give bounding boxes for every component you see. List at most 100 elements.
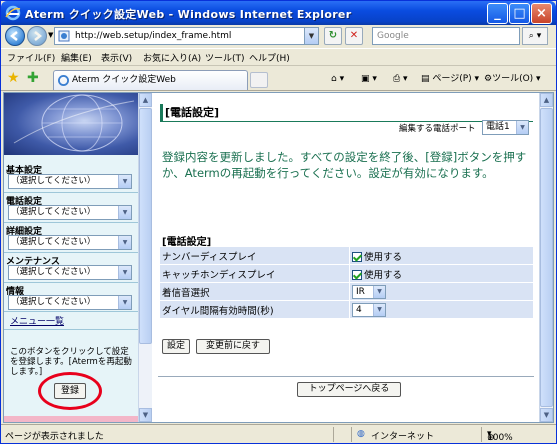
- chevron-down-icon: ▼: [516, 121, 528, 134]
- sidebar-scrollbar[interactable]: ▲ ▼: [138, 93, 152, 422]
- aterm-logo: [4, 93, 138, 155]
- page-title: [電話設定]: [160, 104, 533, 122]
- main-frame: [電話設定] 編集する電話ポート 電話1 ▼ 登録内容を更新しました。すべての設定…: [152, 93, 539, 422]
- detail-settings-select[interactable]: （選択してください） ▼: [8, 235, 132, 250]
- back-arrow-icon: [9, 31, 18, 41]
- phone-settings-select[interactable]: （選択してください） ▼: [8, 205, 132, 220]
- menu-favorites[interactable]: お気に入り(A): [143, 51, 201, 64]
- chevron-down-icon: ▼: [118, 296, 131, 309]
- row-label: ダイヤル間隔有効時間(秒): [160, 301, 350, 318]
- scroll-thumb[interactable]: [139, 108, 152, 344]
- tab-aterm[interactable]: Aterm クイック設定Web: [53, 70, 248, 90]
- address-input[interactable]: http://web.setup/index_frame.html ▼: [54, 27, 319, 45]
- tools-menu[interactable]: ⚙ツール(O) ▾: [484, 71, 541, 87]
- scroll-up-icon[interactable]: ▲: [540, 93, 553, 107]
- divider: [4, 192, 138, 193]
- menu-list-link[interactable]: メニュー一覧: [10, 314, 64, 327]
- scroll-up-icon[interactable]: ▲: [139, 93, 152, 107]
- zoom-control[interactable]: ⊕ 100% ▾: [487, 429, 513, 443]
- browser-window: Aterm クイック設定Web - Windows Internet Explo…: [0, 0, 557, 444]
- settings-table: ナンバーディスプレイ 使用する キャッチホンディスプレイ 使用する 着信音選択 …: [160, 246, 534, 319]
- new-tab-button[interactable]: [250, 72, 268, 88]
- forward-arrow-icon: [34, 31, 43, 41]
- zone-label: インターネット: [371, 432, 435, 442]
- row-label: ナンバーディスプレイ: [160, 247, 350, 264]
- checkbox-label: 使用する: [364, 251, 403, 263]
- menu-tools[interactable]: ツール(T): [205, 51, 245, 64]
- status-bar: ページが表示されました ◍ インターネット ⊕ 100% ▾: [1, 424, 556, 443]
- history-dropdown-icon[interactable]: ▼: [48, 31, 53, 39]
- chevron-down-icon: ▼: [373, 285, 385, 298]
- favorites-star-icon[interactable]: ★: [7, 70, 20, 86]
- table-row: キャッチホンディスプレイ 使用する: [160, 265, 534, 282]
- main-scrollbar[interactable]: ▲ ▼: [539, 93, 553, 422]
- divider: [158, 376, 534, 377]
- info-select[interactable]: （選択してください） ▼: [8, 295, 132, 310]
- divider: [4, 329, 138, 330]
- divider: [4, 311, 138, 312]
- add-favorite-icon[interactable]: ✚: [27, 70, 39, 86]
- maximize-button[interactable]: □: [509, 3, 530, 24]
- search-input[interactable]: Google: [372, 27, 520, 45]
- top-page-button[interactable]: トップページへ戻る: [297, 382, 401, 397]
- home-icon[interactable]: ⌂ ▾: [331, 71, 344, 87]
- row-value: IR ▼: [350, 283, 534, 300]
- page-menu[interactable]: ▤ ページ(P) ▾: [421, 71, 479, 87]
- catch-display-checkbox[interactable]: [352, 269, 362, 280]
- menu-edit[interactable]: 編集(E): [61, 51, 92, 64]
- forward-button[interactable]: [27, 26, 47, 46]
- search-button[interactable]: ⌕ ▾: [522, 27, 548, 45]
- maintenance-select[interactable]: （選択してください） ▼: [8, 265, 132, 280]
- row-value: 使用する: [350, 247, 534, 264]
- sidebar-footer-bar: [4, 416, 138, 422]
- scroll-thumb[interactable]: [540, 108, 553, 407]
- divider: [351, 427, 352, 442]
- address-dropdown-icon[interactable]: ▼: [304, 28, 318, 44]
- refresh-button[interactable]: ↻: [324, 27, 342, 45]
- port-select[interactable]: 電話1 ▼: [482, 120, 529, 135]
- feeds-icon[interactable]: ▣ ▾: [361, 71, 377, 87]
- row-label: 着信音選択: [160, 283, 350, 300]
- sidebar-frame: 基本設定 （選択してください） ▼ 電話設定 （選択してください） ▼ 詳細設定 （…: [4, 93, 138, 422]
- divider: [333, 427, 334, 442]
- set-button[interactable]: 設定: [162, 339, 190, 354]
- number-display-checkbox[interactable]: [352, 251, 362, 262]
- gear-icon: ⚙: [484, 74, 493, 84]
- chevron-down-icon: ▼: [118, 175, 131, 188]
- select-value: （選択してください）: [11, 207, 96, 217]
- port-select-value: 電話1: [486, 122, 510, 132]
- menu-help[interactable]: ヘルプ(H): [249, 51, 290, 64]
- close-button[interactable]: ×: [531, 3, 552, 24]
- chevron-down-icon: ▼: [373, 303, 385, 316]
- globe-icon: ◍: [357, 429, 365, 439]
- dial-interval-select[interactable]: 4 ▼: [352, 302, 386, 317]
- menu-file[interactable]: ファイル(F): [7, 51, 55, 64]
- update-message: 登録内容を更新しました。すべての設定を終了後、[登録]ボタンを押すか、Aterm…: [162, 150, 527, 180]
- ie-logo-icon: [5, 5, 21, 21]
- search-icon: ⌕: [528, 31, 534, 41]
- ringtone-select[interactable]: IR ▼: [352, 284, 386, 299]
- ringtone-value: IR: [356, 286, 365, 297]
- select-value: （選択してください）: [11, 237, 96, 247]
- stop-button[interactable]: ✕: [345, 27, 363, 45]
- minimize-button[interactable]: _: [487, 3, 508, 24]
- basic-settings-select[interactable]: （選択してください） ▼: [8, 174, 132, 189]
- dial-interval-value: 4: [356, 304, 362, 315]
- divider: [481, 427, 482, 442]
- select-value: （選択してください）: [11, 297, 96, 307]
- menu-view[interactable]: 表示(V): [101, 51, 132, 64]
- back-button[interactable]: [5, 26, 25, 46]
- divider: [4, 282, 138, 283]
- print-icon[interactable]: ⎙ ▾: [393, 71, 408, 87]
- revert-button[interactable]: 変更前に戻す: [196, 339, 270, 354]
- status-text: ページが表示されました: [5, 432, 104, 442]
- scroll-down-icon[interactable]: ▼: [540, 408, 553, 422]
- select-value: （選択してください）: [11, 267, 96, 277]
- page-menu-label: ページ(P): [432, 74, 472, 84]
- divider: [4, 222, 138, 223]
- row-label: キャッチホンディスプレイ: [160, 265, 350, 282]
- scroll-down-icon[interactable]: ▼: [139, 408, 152, 422]
- row-value: 使用する: [350, 265, 534, 282]
- title-bar: Aterm クイック設定Web - Windows Internet Explo…: [1, 1, 556, 25]
- table-row: ダイヤル間隔有効時間(秒) 4 ▼: [160, 301, 534, 318]
